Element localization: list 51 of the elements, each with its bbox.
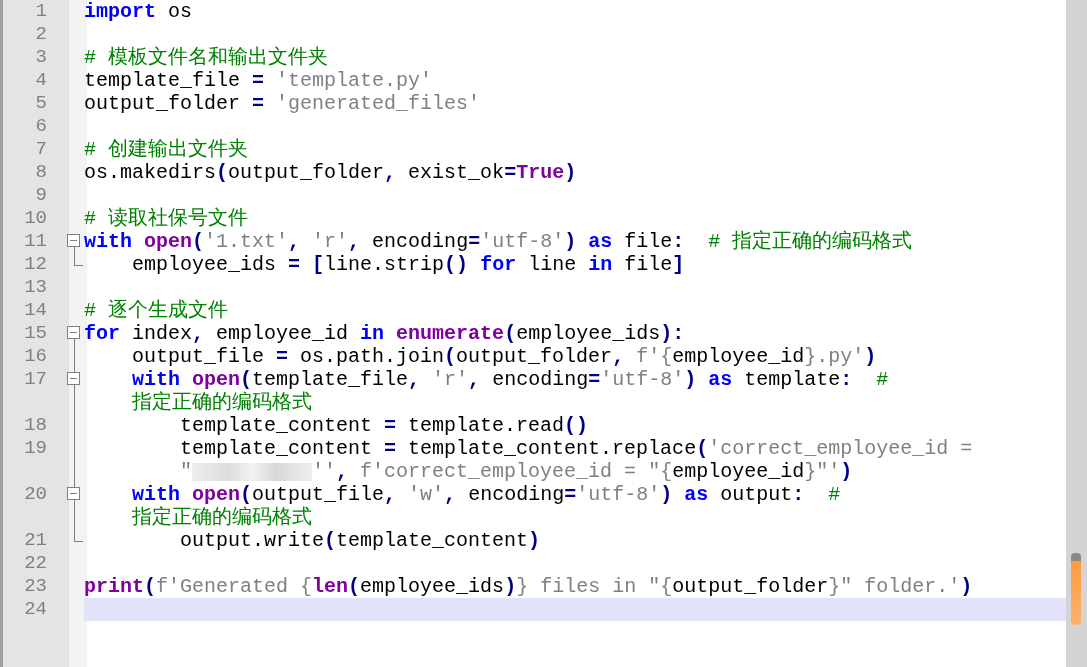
line-number: 20 bbox=[23, 483, 48, 506]
line-number: 18 bbox=[23, 414, 48, 437]
code-line: os.makedirs(output_folder, exist_ok=True) bbox=[84, 161, 578, 184]
line-number: 6 bbox=[34, 115, 48, 138]
line-number: 23 bbox=[23, 575, 48, 598]
code-line: # 模板文件名和输出文件夹 bbox=[84, 46, 329, 69]
code-line: # 创建输出文件夹 bbox=[84, 138, 249, 161]
code-line: with open(template_file, 'r', encoding='utf-8') as template: # bbox=[131, 368, 890, 391]
code-line: output_folder = 'generated_files' bbox=[84, 92, 482, 115]
code-line: output.write(template_content) bbox=[179, 529, 542, 552]
line-number: 14 bbox=[23, 299, 48, 322]
line-number: 15 bbox=[23, 322, 48, 345]
line-number: 19 bbox=[23, 437, 48, 460]
line-number: 8 bbox=[34, 161, 48, 184]
code-line: # 读取社保号文件 bbox=[84, 207, 249, 230]
code-line: with open('1.txt', 'r', encoding='utf-8') as file: # 指定正确的编码格式 bbox=[84, 230, 914, 253]
line-number: 3 bbox=[34, 46, 48, 69]
collapse-icon[interactable] bbox=[67, 487, 80, 500]
line-number: 17 bbox=[23, 368, 48, 391]
line-number: 22 bbox=[23, 552, 48, 575]
collapse-icon[interactable] bbox=[67, 372, 80, 385]
code-line: import os bbox=[84, 0, 194, 23]
code-line: output_file = os.path.join(output_folder, f'{employee_id}.py') bbox=[131, 345, 878, 368]
code-line: # 逐个生成文件 bbox=[84, 299, 229, 322]
line-number: 11 bbox=[23, 230, 48, 253]
code-line: template_content = template_content.replace('correct_employee_id = bbox=[179, 437, 974, 460]
line-number: 16 bbox=[23, 345, 48, 368]
code-line: template_content = template.read() bbox=[179, 414, 590, 437]
line-number: 10 bbox=[23, 207, 48, 230]
collapse-icon[interactable] bbox=[67, 326, 80, 339]
code-line: for index, employee_id in enumerate(employee_ids): bbox=[84, 322, 686, 345]
code-line: with open(output_file, 'w', encoding='utf-8') as output: # bbox=[131, 483, 842, 506]
line-number: 12 bbox=[23, 253, 48, 276]
line-number: 21 bbox=[23, 529, 48, 552]
code-line: employee_ids = [line.strip() for line in file] bbox=[131, 253, 686, 276]
line-number: 1 bbox=[34, 0, 48, 23]
code-line: template_file = 'template.py' bbox=[84, 69, 434, 92]
code-line: " '', f'correct_employee_id = "{employee_id}"') bbox=[179, 460, 854, 483]
line-number: 9 bbox=[34, 184, 48, 207]
line-number: 7 bbox=[34, 138, 48, 161]
line-number: 5 bbox=[34, 92, 48, 115]
scrollbar[interactable] bbox=[1066, 0, 1087, 667]
code-line: print(f'Generated {len(employee_ids)} files in "{output_folder}" folder.') bbox=[84, 575, 974, 598]
line-number: 2 bbox=[34, 23, 48, 46]
code-line: 指定正确的编码格式 bbox=[131, 506, 313, 529]
line-number: 24 bbox=[23, 598, 48, 621]
line-number: 13 bbox=[23, 276, 48, 299]
collapse-icon[interactable] bbox=[67, 234, 80, 247]
scroll-thumb[interactable] bbox=[1071, 553, 1081, 625]
code-line: 指定正确的编码格式 bbox=[131, 391, 313, 414]
line-number: 4 bbox=[34, 69, 48, 92]
